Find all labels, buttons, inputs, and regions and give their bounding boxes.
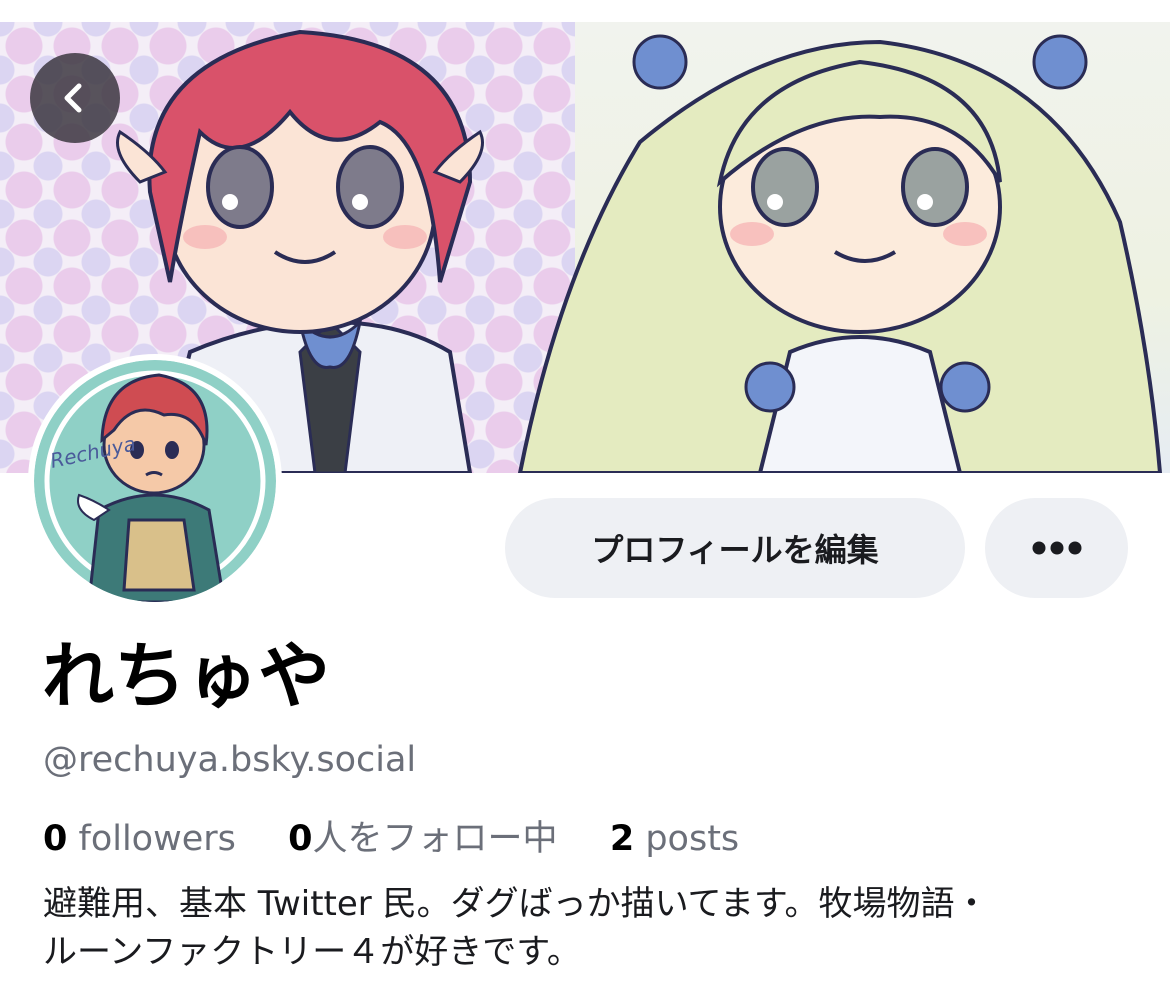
- following-stat[interactable]: 0人をフォロー中: [277, 819, 569, 859]
- avatar-image: Rechuya: [34, 360, 276, 602]
- profile-screen: Rechuya プロフィールを編集 れちゅや @rechuya.bsky.soc…: [0, 0, 1170, 1004]
- followers-stat[interactable]: 0 followers: [43, 819, 247, 859]
- bio-line-2: ルーンファクトリー４が好きです。: [43, 932, 581, 972]
- followers-count: 0: [43, 819, 68, 859]
- following-label: 人をフォロー中: [312, 819, 558, 859]
- banner-character-right: [517, 34, 1163, 473]
- ellipsis-icon: [1032, 541, 1081, 555]
- followers-label: followers: [78, 819, 236, 859]
- posts-label: posts: [645, 819, 740, 859]
- avatar[interactable]: Rechuya: [28, 354, 282, 608]
- profile-bio: 避難用、基本 Twitter 民。ダグばっか描いてます。牧場物語・ ルーンファク…: [43, 880, 1133, 976]
- display-name: れちゅや: [42, 634, 331, 718]
- posts-stat: 2 posts: [599, 819, 739, 859]
- edit-profile-label: プロフィールを編集: [591, 531, 879, 569]
- following-count: 0: [288, 819, 313, 859]
- more-options-button[interactable]: [985, 498, 1128, 598]
- chevron-left-icon: [64, 83, 82, 113]
- profile-handle: @rechuya.bsky.social: [43, 740, 417, 780]
- edit-profile-button[interactable]: プロフィールを編集: [505, 498, 965, 598]
- back-button[interactable]: [30, 53, 120, 143]
- posts-count: 2: [609, 819, 635, 859]
- profile-stats: 0 followers 0人をフォロー中 2 posts: [43, 810, 739, 861]
- avatar-illustration: Rechuya: [34, 360, 276, 602]
- bio-line-1: 避難用、基本 Twitter 民。ダグばっか描いてます。牧場物語・: [43, 884, 989, 924]
